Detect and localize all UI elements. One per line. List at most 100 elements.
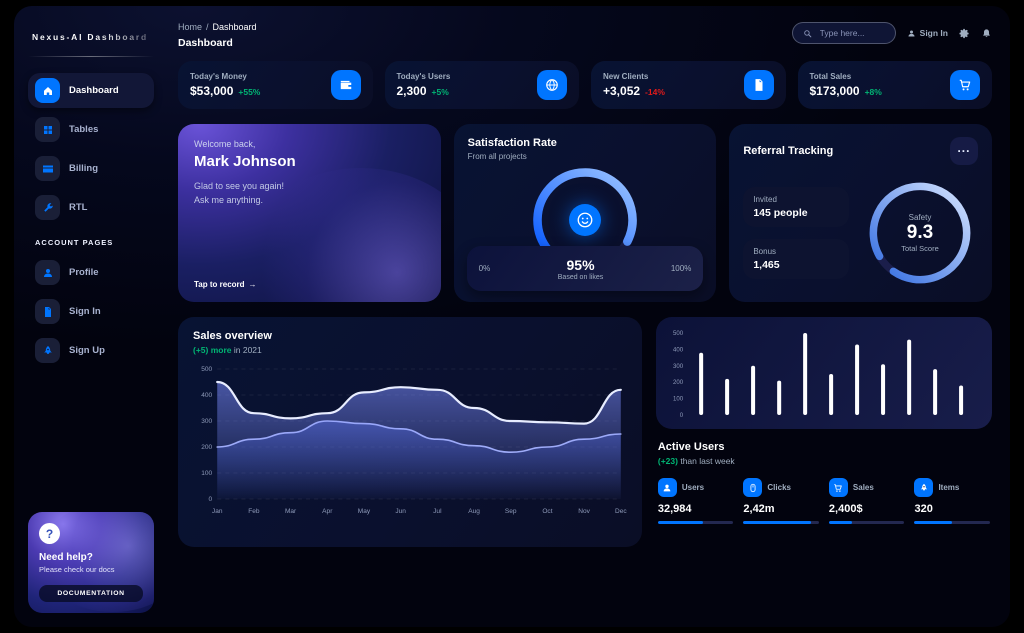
stat-value: 2,300 bbox=[397, 84, 427, 98]
person-icon bbox=[35, 260, 60, 285]
sidebar-item-sign-in[interactable]: Sign In bbox=[28, 294, 154, 329]
documentation-button[interactable]: DOCUMENTATION bbox=[39, 585, 143, 602]
sidebar-item-tables[interactable]: Tables bbox=[28, 112, 154, 147]
svg-text:100: 100 bbox=[673, 397, 684, 403]
welcome-message-line1: Glad to see you again! bbox=[194, 180, 425, 194]
bottom-row: Sales overview (+5) more in 2021 0100200… bbox=[178, 317, 992, 547]
satisfaction-summary: 0% 95% Based on likes 100% bbox=[467, 246, 704, 291]
stat-card-todays-money: Today's Money $53,000 +55% bbox=[178, 61, 373, 109]
rocket-icon bbox=[914, 478, 933, 497]
svg-text:300: 300 bbox=[201, 418, 212, 425]
stat-card-todays-users: Today's Users 2,300 +5% bbox=[385, 61, 580, 109]
stat-label: New Clients bbox=[603, 72, 665, 81]
breadcrumb-home[interactable]: Home bbox=[178, 22, 202, 32]
sales-overview-chart: 0100200300400500JanFebMarAprMayJunJulAug… bbox=[193, 361, 627, 519]
help-subtitle: Please check our docs bbox=[39, 565, 143, 574]
tap-to-record-button[interactable]: Tap to record → bbox=[194, 280, 257, 289]
stat-text: Today's Users 2,300 +5% bbox=[397, 72, 451, 98]
sidebar-item-label: Sign Up bbox=[69, 345, 105, 356]
svg-text:100: 100 bbox=[201, 470, 212, 477]
metric-value: 32,984 bbox=[658, 503, 734, 515]
active-users-subtitle: (+23) than last week bbox=[658, 456, 990, 466]
progress-fill bbox=[914, 521, 952, 524]
home-icon bbox=[35, 78, 60, 103]
active-users-metrics: Users 32,984 Clicks 2,42m bbox=[656, 478, 992, 524]
sidebar-item-label: Billing bbox=[69, 163, 98, 174]
ellipsis-menu-button[interactable]: ... bbox=[950, 137, 978, 165]
invited-label: Invited bbox=[753, 195, 839, 204]
metric-label: Clicks bbox=[767, 483, 791, 492]
wrench-icon bbox=[35, 195, 60, 220]
metric-value: 2,400$ bbox=[829, 503, 905, 515]
metric-label: Users bbox=[682, 483, 704, 492]
satisfaction-center: 95% Based on likes bbox=[558, 257, 604, 281]
active-users-delta-suffix: than last week bbox=[680, 456, 734, 466]
svg-text:500: 500 bbox=[673, 331, 684, 337]
search-box bbox=[792, 22, 896, 44]
invited-value: 145 people bbox=[753, 207, 839, 219]
bell-icon[interactable] bbox=[981, 28, 992, 39]
question-icon: ? bbox=[39, 523, 60, 544]
satisfaction-caption: Based on likes bbox=[558, 274, 604, 281]
metric-label: Sales bbox=[853, 483, 874, 492]
stat-card-new-clients: New Clients +3,052 -14% bbox=[591, 61, 786, 109]
svg-text:Mar: Mar bbox=[285, 508, 297, 515]
svg-text:Jun: Jun bbox=[395, 508, 406, 515]
arrow-right-icon: → bbox=[249, 280, 257, 289]
svg-text:200: 200 bbox=[673, 380, 684, 386]
document-icon bbox=[35, 299, 60, 324]
stats-row: Today's Money $53,000 +55% Today's Users… bbox=[178, 61, 992, 109]
credit-card-icon bbox=[35, 156, 60, 181]
sidebar-item-billing[interactable]: Billing bbox=[28, 151, 154, 186]
referral-title: Referral Tracking bbox=[743, 145, 833, 157]
svg-text:200: 200 bbox=[201, 444, 212, 451]
metric-label: Items bbox=[938, 483, 959, 492]
person-icon bbox=[907, 29, 916, 38]
rocket-icon bbox=[35, 338, 60, 363]
referral-body: Invited 145 people Bonus 1,465 Safety 9.… bbox=[743, 177, 978, 289]
top-bar: Home / Dashboard Dashboard Sign In bbox=[178, 22, 992, 49]
sidebar-item-label: Dashboard bbox=[69, 85, 119, 96]
main-content: Home / Dashboard Dashboard Sign In bbox=[164, 6, 1010, 627]
satisfaction-card: Satisfaction Rate From all projects 0% 9… bbox=[454, 124, 717, 302]
sidebar-item-label: Tables bbox=[69, 124, 98, 135]
progress-track bbox=[914, 521, 990, 524]
active-users-delta: (+23) bbox=[658, 456, 678, 466]
stat-text: New Clients +3,052 -14% bbox=[603, 72, 665, 98]
satisfaction-value: 95% bbox=[558, 257, 604, 273]
middle-row: Welcome back, Mark Johnson Glad to see y… bbox=[178, 124, 992, 302]
metric-value: 320 bbox=[914, 503, 990, 515]
referral-card: Referral Tracking ... Invited 145 people… bbox=[729, 124, 992, 302]
gear-icon[interactable] bbox=[959, 28, 970, 39]
svg-text:Jul: Jul bbox=[433, 508, 442, 515]
cart-icon bbox=[829, 478, 848, 497]
welcome-message-line2: Ask me anything. bbox=[194, 194, 425, 208]
sign-in-label: Sign In bbox=[920, 28, 948, 38]
svg-text:0: 0 bbox=[680, 413, 684, 419]
brand-title: Nexus-AI Dashboard bbox=[28, 32, 154, 42]
dashboard-app: Nexus-AI Dashboard Dashboard Tables Bill… bbox=[14, 6, 1010, 627]
top-bar-actions: Sign In bbox=[792, 22, 992, 44]
sidebar-item-profile[interactable]: Profile bbox=[28, 255, 154, 290]
users-icon bbox=[658, 478, 677, 497]
sidebar-item-sign-up[interactable]: Sign Up bbox=[28, 333, 154, 368]
svg-text:0: 0 bbox=[209, 496, 213, 503]
metric-items: Items 320 bbox=[914, 478, 990, 524]
sign-in-button[interactable]: Sign In bbox=[907, 28, 948, 38]
svg-text:Sep: Sep bbox=[505, 508, 517, 515]
active-users-section: 0100200300400500 Active Users (+23) than… bbox=[656, 317, 992, 547]
sidebar-divider bbox=[28, 56, 154, 57]
sidebar-item-rtl[interactable]: RTL bbox=[28, 190, 154, 225]
welcome-message: Glad to see you again! Ask me anything. bbox=[194, 180, 425, 208]
breadcrumb-current: Dashboard bbox=[213, 22, 257, 32]
stat-delta: +55% bbox=[238, 87, 260, 97]
progress-fill bbox=[658, 521, 703, 524]
search-input[interactable] bbox=[818, 27, 885, 39]
satisfaction-max: 100% bbox=[671, 264, 691, 273]
sidebar-item-dashboard[interactable]: Dashboard bbox=[28, 73, 154, 108]
stat-label: Today's Users bbox=[397, 72, 451, 81]
svg-text:Feb: Feb bbox=[248, 508, 260, 515]
progress-track bbox=[829, 521, 905, 524]
svg-text:Jan: Jan bbox=[212, 508, 223, 515]
cart-icon bbox=[950, 70, 980, 100]
